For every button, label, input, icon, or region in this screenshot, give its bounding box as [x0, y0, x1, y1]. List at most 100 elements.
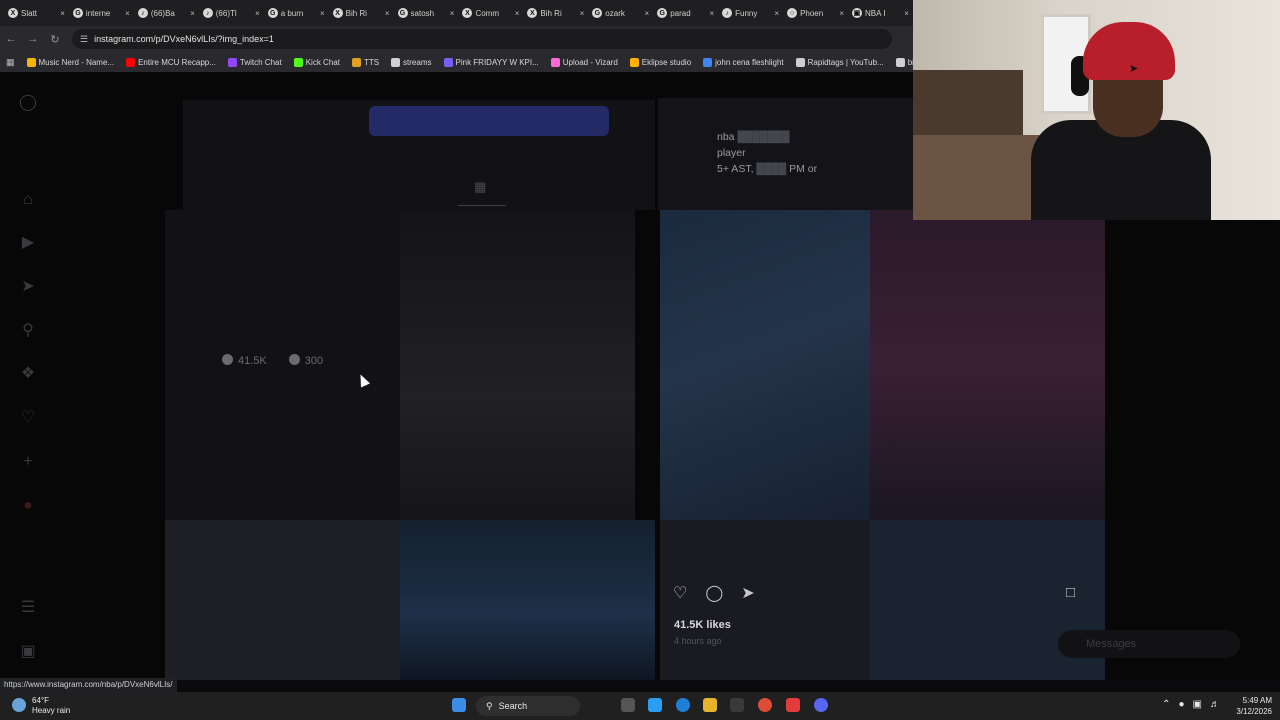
browser-tab[interactable]: Ga burn ×: [264, 2, 329, 24]
close-tab-icon[interactable]: ×: [190, 9, 195, 18]
profile-avatar-icon[interactable]: ●: [19, 497, 37, 515]
close-tab-icon[interactable]: ×: [385, 9, 390, 18]
tray-overflow-icon[interactable]: ⌃: [1162, 699, 1170, 710]
close-tab-icon[interactable]: ×: [255, 9, 260, 18]
browser-tab[interactable]: ○ Phoen ×: [783, 2, 848, 24]
like-icon[interactable]: ♡: [673, 583, 687, 603]
instagram-sidebar: ◯ ⌂ ▶ ➤ ⚲ ❖ ♡ + ● ☰ ▣: [0, 72, 56, 680]
messages-button[interactable]: Messages: [1058, 630, 1240, 658]
x-icon: X: [462, 8, 473, 18]
post-thumbnail[interactable]: [165, 520, 400, 680]
close-tab-icon[interactable]: ×: [580, 9, 585, 18]
bookmark-item[interactable]: bih links: [895, 57, 913, 67]
explore-icon[interactable]: ❖: [19, 365, 37, 383]
reload-icon[interactable]: ↻: [44, 33, 66, 46]
browser-tab[interactable]: ▣ NBA I ×: [848, 2, 913, 24]
home-icon[interactable]: ⌂: [19, 191, 37, 209]
close-tab-icon[interactable]: ×: [904, 9, 909, 18]
meta-icon[interactable]: ▣: [19, 643, 37, 661]
follow-button[interactable]: [369, 106, 609, 136]
bookmark-item[interactable]: Entire MCU Recapp...: [126, 57, 216, 67]
obs-icon[interactable]: [786, 698, 800, 712]
browser-tab[interactable]: ♪ (66)Tl ×: [199, 2, 264, 24]
tab-title: ozark: [605, 8, 625, 18]
volume-icon[interactable]: ♬: [1210, 699, 1220, 710]
network-icon[interactable]: ▣: [1193, 699, 1202, 710]
bookmark-item[interactable]: john cena fleshlight: [703, 57, 784, 67]
browser-tab[interactable]: Gsatosh ×: [394, 2, 459, 24]
windows-start-icon[interactable]: [452, 698, 466, 712]
posts-grid-tab-icon[interactable]: ▦: [474, 179, 486, 195]
bookmark-label: Twitch Chat: [239, 57, 282, 67]
browser-tab[interactable]: X Slatt ×: [4, 2, 69, 24]
tab-title: NBA I: [864, 8, 886, 18]
bookmark-icon[interactable]: □: [1066, 584, 1075, 601]
weather-widget[interactable]: 64°F Heavy rain: [12, 696, 70, 716]
post-action-bar: ♡ ◯ ➤: [673, 583, 755, 603]
search-icon[interactable]: ⚲: [19, 322, 37, 340]
discord-icon[interactable]: [814, 698, 828, 712]
chrome-icon[interactable]: [758, 698, 772, 712]
post-hover-stats: 41.5K 300: [222, 354, 323, 367]
send-icon[interactable]: ➤: [19, 278, 37, 296]
bookmark-item[interactable]: TTS: [351, 57, 379, 67]
tab-title: a burn: [280, 8, 304, 18]
likes-count[interactable]: 41.5K likes: [674, 619, 731, 631]
close-tab-icon[interactable]: ×: [645, 9, 650, 18]
taskbar-search[interactable]: ⚲ Search: [476, 696, 580, 716]
close-tab-icon[interactable]: ×: [515, 9, 520, 18]
post-thumbnail[interactable]: [870, 210, 1105, 520]
post-thumbnail[interactable]: [400, 520, 655, 680]
bookmark-favicon-icon: [895, 57, 905, 67]
browser-tab[interactable]: X Bih Ri ×: [329, 2, 394, 24]
file-explorer-icon[interactable]: [703, 698, 717, 712]
post-timestamp[interactable]: 4 hours ago: [674, 636, 722, 646]
browser-tab[interactable]: Gparad ×: [653, 2, 718, 24]
windows-taskbar: 64°F Heavy rain ⚲ Search ⌃ ● ▣ ♬ 5:49 AM…: [0, 692, 1280, 720]
close-tab-icon[interactable]: ×: [60, 9, 65, 18]
store-icon[interactable]: [730, 698, 744, 712]
browser-tab[interactable]: ♪ Funny ×: [718, 2, 783, 24]
post-caption: nba ███████ player 5+ AST, ████ PM or: [717, 131, 818, 175]
bookmark-item[interactable]: Eklipse studio: [629, 57, 691, 67]
task-view-icon[interactable]: [621, 698, 635, 712]
post-thumbnail[interactable]: [400, 210, 635, 520]
reels-icon[interactable]: ▶: [19, 234, 37, 252]
back-icon[interactable]: ←: [0, 33, 22, 45]
instagram-logo-icon[interactable]: ◯: [19, 94, 37, 112]
close-tab-icon[interactable]: ×: [450, 9, 455, 18]
taskbar-clock[interactable]: 5:49 AM 3/12/2026: [1236, 695, 1272, 717]
close-tab-icon[interactable]: ×: [774, 9, 779, 18]
forward-icon[interactable]: →: [22, 33, 44, 45]
bookmark-item[interactable]: Pink FRIDAYY W KPI...: [443, 57, 539, 67]
browser-tab[interactable]: ♪ (66)Ba ×: [134, 2, 199, 24]
address-bar[interactable]: ☰ instagram.com/p/DVxeN6vlLIs/?img_index…: [72, 29, 892, 49]
browser-tab[interactable]: X Comm ×: [458, 2, 523, 24]
edge-icon[interactable]: [676, 698, 690, 712]
tab-title: Bih Ri: [540, 8, 562, 18]
heart-icon[interactable]: ♡: [19, 409, 37, 427]
menu-icon[interactable]: ☰: [19, 599, 37, 617]
apps-grid-icon[interactable]: ▦: [6, 57, 15, 68]
bookmark-item[interactable]: Rapidtags | YouTub...: [795, 57, 884, 67]
site-settings-icon[interactable]: ☰: [80, 34, 88, 45]
create-icon[interactable]: +: [19, 453, 37, 471]
bookmark-item[interactable]: Kick Chat: [293, 57, 340, 67]
close-tab-icon[interactable]: ×: [125, 9, 130, 18]
bookmark-item[interactable]: streams: [391, 57, 432, 67]
browser-tab[interactable]: X Bih Ri ×: [523, 2, 588, 24]
close-tab-icon[interactable]: ×: [709, 9, 714, 18]
microphone-icon[interactable]: ●: [1179, 699, 1185, 710]
browser-tab[interactable]: Ginterne ×: [69, 2, 134, 24]
bookmark-item[interactable]: Music Nerd - Name...: [26, 57, 114, 67]
comment-icon[interactable]: ◯: [705, 583, 723, 603]
share-icon[interactable]: ➤: [741, 583, 754, 603]
bookmark-item[interactable]: Upload - Vizard: [550, 57, 618, 67]
bookmark-item[interactable]: Twitch Chat: [227, 57, 282, 67]
close-tab-icon[interactable]: ×: [320, 9, 325, 18]
browser-tab[interactable]: Gozark ×: [588, 2, 653, 24]
copilot-icon[interactable]: [648, 698, 662, 712]
close-tab-icon[interactable]: ×: [839, 9, 844, 18]
post-thumbnail[interactable]: [660, 210, 870, 520]
bookmark-label: john cena fleshlight: [715, 57, 784, 67]
